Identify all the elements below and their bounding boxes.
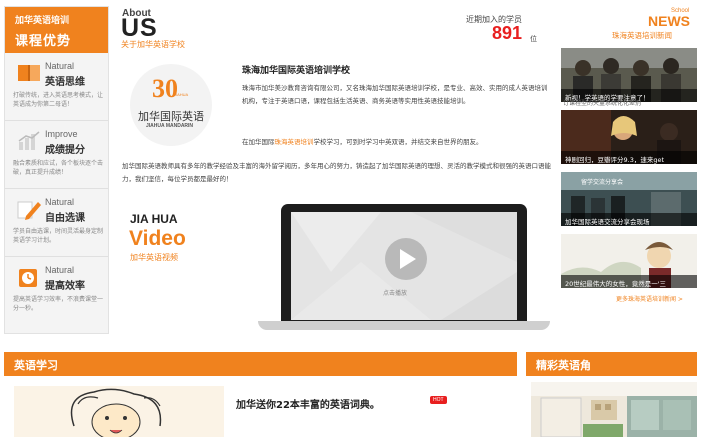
advantage-zh: 提高效率: [45, 281, 85, 292]
sidebar-title-small: 加华英语培训: [15, 16, 70, 26]
advantage-en: Natural: [45, 61, 75, 71]
advantage-item[interactable]: Improve 成绩提分 融合素质和应试，各个板块逐个击破，真正提升成绩！: [5, 121, 108, 189]
pencil-icon: [17, 201, 41, 220]
clock-icon: [19, 269, 37, 287]
advantage-en: Natural: [45, 197, 75, 207]
news-caption: 加华国际英语交流分享会现场: [561, 213, 697, 226]
english-learning-title: 英语学习: [14, 359, 58, 372]
news-caption: 20世纪最伟大的女性，竟然是一'三: [561, 275, 697, 288]
news-heading: NEWS: [648, 13, 690, 29]
study-link[interactable]: 珠海英语培训: [275, 138, 314, 146]
news-card[interactable]: 留学交流分享会 加华国际英语交流分享会现场: [561, 172, 697, 226]
dictionary-thumbnail[interactable]: [14, 386, 224, 437]
advantage-item[interactable]: Natural 自由选课 学员自由选课，时间灵活最身定制英语学习计划。: [5, 189, 108, 257]
advantage-desc: 打破传统，进入英语思考模式，让英语成为你第二母语！: [13, 92, 104, 108]
laptop-screen: 点击播放: [281, 204, 527, 322]
advantage-item[interactable]: Natural 提高效率 提高英语学习效率，不浪费课堂一分一秒。: [5, 257, 108, 325]
english-learning-bar: 英语学习: [4, 352, 517, 376]
news-card[interactable]: 20世纪最伟大的女性，竟然是一'三: [561, 234, 697, 288]
news-card-subtext: 订课程型的天量系统化化差别: [563, 100, 642, 107]
news-card[interactable]: 神剧回归，豆瓣评分9.3，速来get: [561, 110, 697, 164]
school-study-text: 在加华国际珠海英语培训学校学习，可到时学习中英双语，并结交来自世界的朋友。: [242, 136, 548, 146]
video-subtitle: 加华英语视频: [130, 253, 178, 262]
logo-chinese: 加华国际英语: [138, 110, 204, 123]
english-corner-title: 精彩英语角: [536, 359, 591, 372]
advantage-zh: 自由选课: [45, 213, 85, 224]
logo-number: 30: [152, 74, 178, 103]
play-icon: [400, 249, 416, 269]
logo-english: JIAHUA MANDARIN: [146, 123, 194, 129]
advantage-item[interactable]: Natural 英语思维 打破传统，进入英语思考模式，让英语成为你第二母语！: [5, 53, 108, 121]
study-text-before: 在加华国际: [242, 138, 275, 146]
advantage-en: Natural: [45, 265, 75, 275]
advantage-zh: 成绩提分: [45, 145, 85, 156]
video-heading: Video: [129, 227, 186, 250]
news-caption: 神剧回归，豆瓣评分9.3，速来get: [561, 151, 697, 164]
english-corner-photo[interactable]: [531, 382, 697, 437]
school-description: 珠海市加华美沙教育咨询有限公司，又名珠海加华国际英语培训学校，是专业、高效、实用…: [242, 84, 548, 105]
recent-students-unit: 位: [530, 35, 537, 43]
study-text-after: 学校学习，可到时学习中英双语，并结交来自世界的朋友。: [313, 138, 483, 146]
book-icon: [18, 65, 40, 81]
hot-badge: HOT: [430, 396, 447, 404]
laptop-base: [258, 321, 550, 330]
play-label[interactable]: 点击播放: [383, 288, 407, 297]
about-subtitle: 关于加华英语学校: [121, 40, 185, 49]
advantage-desc: 融合素质和应试，各个板块逐个击破，真正提升成绩！: [13, 160, 104, 176]
advantage-zh: 英语思维: [45, 77, 85, 88]
svg-text:留学交流分享会: 留学交流分享会: [581, 178, 623, 186]
english-corner-bar: 精彩英语角: [526, 352, 697, 376]
news-subtitle: 珠海英语培训新闻: [612, 31, 672, 40]
video-player[interactable]: 点击播放: [258, 204, 550, 330]
recent-students-count: 891: [492, 23, 523, 43]
chart-icon: [18, 131, 40, 150]
dictionary-article-title[interactable]: 加华送你22本丰富的英语词典。: [236, 396, 380, 411]
more-news-link[interactable]: 更多珠海英语培训新闻 >: [616, 294, 683, 303]
teachers-paragraph: 加华国际英语教师具有多年的教学经验及丰富的海外留学阅历，多年用心的努力，铸造起了…: [122, 162, 551, 183]
video-area[interactable]: 点击播放: [291, 212, 517, 320]
classroom-image: [531, 382, 697, 437]
advantage-desc: 学员自由选课，时间灵活最身定制英语学习计划。: [13, 228, 104, 244]
play-button[interactable]: [385, 238, 427, 280]
school-logo: 30 JIAHUA 加华国际英语 JIAHUA MANDARIN: [130, 64, 212, 146]
advantage-en: Improve: [45, 129, 78, 139]
video-label: JIA HUA: [130, 212, 178, 226]
logo-small-text: JIAHUA: [174, 92, 189, 97]
advantage-desc: 提高英语学习效率，不浪费课堂一分一秒。: [13, 296, 104, 312]
course-advantages-sidebar: 加华英语培训 课程优势 Natural 英语思维 打破传统，进入英语思考模式，让…: [4, 6, 109, 334]
sidebar-title: 课程优势: [15, 34, 72, 49]
news-card[interactable]: 新视！学英语的学要注意了！: [561, 48, 697, 102]
sidebar-header: 加华英语培训 课程优势: [5, 7, 108, 53]
einstein-illustration: [14, 386, 224, 437]
school-name: 珠海加华国际英语培训学校: [242, 66, 351, 76]
